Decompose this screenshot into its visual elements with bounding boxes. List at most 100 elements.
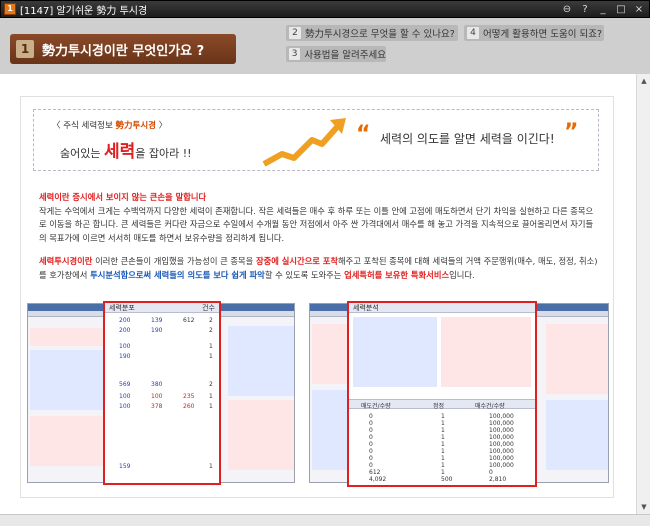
right-focus-header: 세력분석 [349, 303, 535, 313]
cell-qty-a: 159 [119, 463, 131, 470]
banner-subtitle: 〈 주식 세력정보 勢力투시경 〉 [52, 119, 167, 131]
topic-2[interactable]: 2 勢力투시경으로 무엇을 할 수 있나요? [286, 25, 458, 41]
banner-motto: 세력의 의도를 알면 세력을 이긴다! [380, 132, 555, 146]
cell-qty-a: 200 [119, 327, 131, 334]
right-focus-row: 0 1 100,000 [349, 420, 535, 427]
banner-sub-prefix: 〈 주식 세력정보 [52, 121, 116, 131]
section-2-highlight-2: 투시분석함으로써 세력들의 의도를 보다 쉽게 파악 [90, 269, 265, 280]
slogan-highlight: 세력 [103, 142, 136, 162]
right-table-header: 매도건/수량 정정 매수건/수량 [349, 399, 535, 410]
cell-buy: 0 [489, 469, 493, 476]
status-bar [0, 514, 650, 526]
pin-icon[interactable]: ⊖ [561, 3, 573, 16]
section-1-body: 작게는 수억에서 크게는 수백억까지 다양한 세력이 존재합니다. 작은 세력들… [39, 205, 594, 243]
section-2-highlight-1: 장중에 실시간으로 포착 [255, 256, 339, 266]
info-panel: 〈 주식 세력정보 勢力투시경 〉 숨어있는 세력을 잡아라 !! “ 세력의 … [20, 96, 614, 498]
cell-buy: 2,810 [489, 476, 507, 483]
cell-count: 2 [209, 317, 213, 324]
cell-count: 2 [209, 381, 213, 388]
col-mod: 정정 [433, 403, 445, 410]
topic-number: 2 [289, 27, 301, 39]
cell-sell: 0 [369, 441, 373, 448]
right-focus-row: 612 1 0 [349, 469, 535, 476]
section-2-highlight-3: 업세특허를 보유한 특화서비스 [344, 269, 450, 280]
section-1-heading: 세력이란 증시에서 보이지 않는 큰손을 말합니다 [39, 192, 207, 202]
left-focus-row: 100 100 235 1 [105, 393, 219, 401]
slogan-prefix: 숨어있는 [60, 147, 104, 160]
cell-buy: 100,000 [489, 427, 514, 434]
cell-mod: 500 [441, 476, 453, 483]
left-focus-title: 세력분포 [109, 304, 135, 312]
cell-buy: 100,000 [489, 413, 514, 420]
topic-3[interactable]: 3 사용법을 알려주세요 [286, 46, 386, 62]
left-focus-panel: 세력분포 건수 200 139 612 2 200 190 2 100 1 190 1 569 380 2… [103, 301, 221, 485]
cell-sell: 0 [369, 413, 373, 420]
banner-sub-suffix: 〉 [156, 121, 168, 131]
app-icon: 1 [4, 3, 16, 15]
cell-sell: 0 [369, 427, 373, 434]
cell-sell: 612 [369, 469, 381, 476]
cell-count: 1 [209, 463, 213, 470]
topic-number: 4 [467, 27, 479, 39]
cell-count: 1 [209, 393, 213, 400]
banner-sub-accent: 勢力투시경 [115, 121, 156, 131]
cell-mod: 1 [441, 441, 445, 448]
cell-sell: 4,092 [369, 476, 387, 483]
scroll-up-icon[interactable]: ▲ [638, 75, 650, 87]
quote-close-icon: ” [564, 120, 579, 145]
cell-qty-a: 569 [119, 381, 131, 388]
right-focus-row: 0 1 100,000 [349, 448, 535, 455]
right-focus-title: 세력분석 [353, 304, 379, 312]
right-focus-row: 0 1 100,000 [349, 455, 535, 462]
cell-qty-c: 612 [183, 317, 195, 324]
cell-buy: 100,000 [489, 420, 514, 427]
topic-number: 1 [16, 40, 34, 58]
section-2-text-d: 입니다. [449, 269, 475, 280]
slogan-suffix: 을 잡아라 !! [135, 147, 192, 160]
cell-mod: 1 [441, 455, 445, 462]
content-area: 〈 주식 세력정보 勢力투시경 〉 숨어있는 세력을 잡아라 !! “ 세력의 … [0, 74, 636, 514]
topic-4[interactable]: 4 어떻게 활용하면 도움이 되죠? [464, 25, 604, 41]
topic-label: 勢力투시경으로 무엇을 할 수 있나요? [305, 29, 455, 40]
help-icon[interactable]: ? [579, 3, 591, 16]
topic-1-current[interactable]: 1 勢力투시경이란 무엇인가요 ? [10, 34, 236, 64]
banner: 〈 주식 세력정보 勢力투시경 〉 숨어있는 세력을 잡아라 !! “ 세력의 … [33, 109, 599, 171]
close-icon[interactable]: × [633, 3, 645, 16]
section-2: 세력투시경이란 이러한 큰손들이 개입했을 가능성이 큰 종목을 장중에 실시간… [39, 255, 599, 282]
cell-qty-b: 190 [151, 327, 163, 334]
cell-sell: 0 [369, 448, 373, 455]
cell-qty-b: 380 [151, 381, 163, 388]
topic-label: 勢力투시경이란 무엇인가요 ? [42, 43, 205, 59]
cell-qty-b: 100 [151, 393, 163, 400]
section-2-heading: 세력투시경이란 [39, 256, 93, 266]
cell-qty-c: 260 [183, 403, 195, 410]
col-sell: 매도건/수량 [361, 403, 391, 410]
topic-nav: 1 勢力투시경이란 무엇인가요 ? 2 勢力투시경으로 무엇을 할 수 있나요?… [0, 18, 650, 74]
cell-sell: 0 [369, 434, 373, 441]
cell-mod: 1 [441, 413, 445, 420]
section-1: 세력이란 증시에서 보이지 않는 큰손을 말합니다 작게는 수억에서 크게는 수… [39, 191, 599, 245]
quote-open-icon: “ [356, 122, 371, 147]
left-focus-row: 569 380 2 [105, 381, 219, 389]
maximize-icon[interactable]: □ [615, 3, 627, 16]
vertical-scrollbar[interactable]: ▲ ▼ [636, 74, 650, 514]
section-2-text-a: 이러한 큰손들이 개입했을 가능성이 큰 종목을 [92, 256, 256, 266]
cell-count: 2 [209, 327, 213, 334]
right-focus-row: 0 1 100,000 [349, 441, 535, 448]
cell-qty-c: 235 [183, 393, 195, 400]
scroll-down-icon[interactable]: ▼ [638, 501, 650, 513]
cell-qty-a: 100 [119, 403, 131, 410]
minimize-icon[interactable]: _ [597, 3, 609, 16]
cell-buy: 100,000 [489, 441, 514, 448]
col-buy: 매수건/수량 [475, 403, 505, 410]
cell-qty-a: 190 [119, 353, 131, 360]
window-controls: ⊖ ? _ □ × [561, 3, 645, 16]
topic-label: 사용법을 알려주세요 [304, 50, 386, 61]
cell-mod: 1 [441, 434, 445, 441]
right-focus-panel: 세력분석 매도건/수량 정정 매수건/수량 0 1 100,000 0 1 100,000… [347, 301, 537, 487]
cell-sell: 0 [369, 462, 373, 469]
cell-qty-b: 139 [151, 317, 163, 324]
cell-buy: 100,000 [489, 434, 514, 441]
topic-number: 3 [289, 48, 301, 60]
cell-buy: 100,000 [489, 455, 514, 462]
